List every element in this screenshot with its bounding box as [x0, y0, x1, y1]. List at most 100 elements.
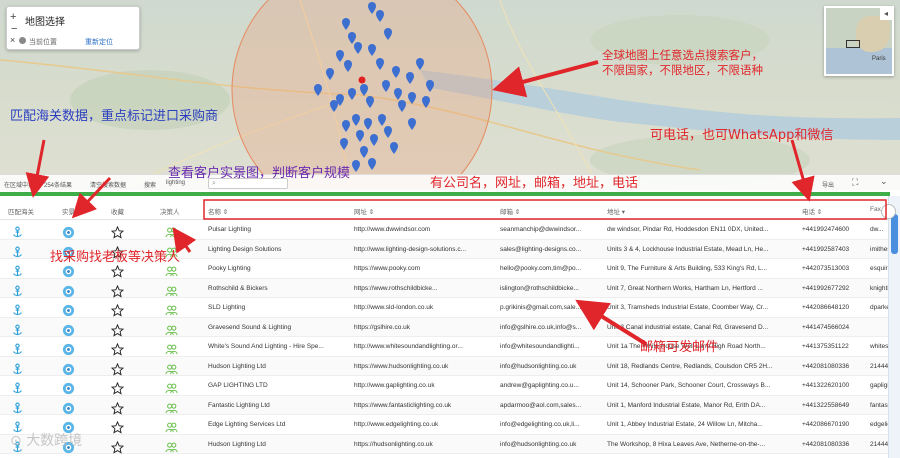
col-phone[interactable]: 电话 ⇕: [802, 206, 822, 216]
cell-website[interactable]: http://www.edgelighting.co.uk: [354, 421, 496, 428]
streetview-icon[interactable]: [62, 246, 75, 259]
collapse-icon[interactable]: ⌄: [880, 176, 888, 187]
anchor-icon[interactable]: [11, 226, 24, 239]
table-row[interactable]: Hudson Lighting Ltd https://hudsonlightin…: [0, 434, 888, 454]
cell-phone[interactable]: +441322558649: [802, 402, 866, 409]
decision-maker-icon[interactable]: [165, 343, 178, 356]
cell-website[interactable]: https://hudsonlighting.co.uk: [354, 441, 496, 448]
anchor-icon[interactable]: [11, 402, 24, 415]
cell-phone[interactable]: +441992474600: [802, 226, 866, 233]
table-row[interactable]: Rothschild & Bickers https://www.rothschi…: [0, 278, 888, 298]
star-icon[interactable]: [111, 265, 124, 278]
anchor-icon[interactable]: [11, 382, 24, 395]
star-icon[interactable]: [111, 323, 124, 337]
zoom-out-button[interactable]: −: [11, 23, 17, 35]
cell-phone[interactable]: +442081080336: [802, 363, 866, 370]
streetview-icon[interactable]: [62, 265, 75, 278]
decision-maker-icon[interactable]: [165, 226, 178, 239]
cell-website[interactable]: http://www.sld-london.co.uk: [354, 304, 496, 311]
decision-maker-icon[interactable]: [165, 304, 178, 317]
mini-map[interactable]: Paris ◂: [824, 6, 894, 76]
scrollbar-thumb[interactable]: [891, 214, 898, 254]
clear-search-button[interactable]: 清空搜索数据: [90, 180, 126, 189]
streetview-icon[interactable]: [62, 304, 75, 317]
decision-maker-icon[interactable]: [165, 441, 178, 454]
table-row[interactable]: Lighting Design Solutions http://www.ligh…: [0, 239, 888, 259]
star-icon[interactable]: [111, 226, 124, 239]
col-website[interactable]: 网址 ⇕: [354, 206, 374, 216]
decision-maker-icon[interactable]: [165, 324, 178, 337]
anchor-icon[interactable]: [11, 304, 24, 317]
table-row[interactable]: Pooky Lighting https://www.pooky.com hello…: [0, 259, 888, 279]
cell-phone[interactable]: +441474566024: [802, 324, 866, 331]
cell-website[interactable]: https://www.fantasticlighting.co.uk: [354, 402, 496, 409]
streetview-icon[interactable]: [62, 402, 75, 415]
map-view[interactable]: + − × 地图选择 当前位置 重新定位 Paris ◂: [0, 0, 900, 190]
cell-website[interactable]: https://www.pooky.com: [354, 265, 496, 272]
star-icon[interactable]: [111, 304, 124, 317]
decision-maker-icon[interactable]: [165, 402, 178, 415]
zoom-in-button[interactable]: +: [10, 11, 16, 23]
cell-website[interactable]: https://gslhire.co.uk: [354, 324, 496, 331]
decision-maker-icon[interactable]: [165, 363, 178, 376]
anchor-icon[interactable]: [11, 265, 24, 278]
cell-phone[interactable]: +442081080336: [802, 441, 866, 448]
cell-email[interactable]: info@hudsonlighting.co.uk: [500, 441, 604, 448]
decision-maker-icon[interactable]: [165, 285, 178, 298]
cell-phone[interactable]: +442086648120: [802, 304, 866, 311]
table-row[interactable]: Edge Lighting Services Ltd http://www.edg…: [0, 415, 888, 435]
fullscreen-icon[interactable]: ⛶: [852, 177, 858, 188]
col-fav[interactable]: 收藏: [111, 206, 124, 216]
export-button[interactable]: 导出: [822, 180, 834, 189]
col-name[interactable]: 名称 ⇕: [208, 206, 228, 216]
streetview-icon[interactable]: [62, 363, 75, 376]
cell-email[interactable]: info@hudsonlighting.co.uk: [500, 363, 604, 370]
cell-phone[interactable]: +442073513003: [802, 265, 866, 272]
cell-website[interactable]: http://www.lighting-design-solutions.c..…: [354, 246, 496, 253]
minimap-collapse-icon[interactable]: ◂: [880, 8, 892, 20]
cell-phone[interactable]: +441322620100: [802, 382, 866, 389]
streetview-icon[interactable]: [62, 343, 75, 356]
star-icon[interactable]: [111, 284, 124, 298]
streetview-icon[interactable]: [62, 285, 75, 298]
scrollbar[interactable]: [888, 196, 900, 458]
cell-phone[interactable]: +442086670190: [802, 421, 866, 428]
anchor-icon[interactable]: [11, 363, 24, 376]
decision-maker-icon[interactable]: [165, 246, 178, 259]
current-location-button[interactable]: 当前位置: [29, 37, 57, 47]
table-row[interactable]: GAP LIGHTING LTD http://www.gaplighting.c…: [0, 376, 888, 396]
table-row[interactable]: Cunnington's Lighting CentreThe Walnut T…: [0, 454, 888, 458]
table-row[interactable]: Pulsar Lighting http://www.dwwindsor.com s…: [0, 220, 888, 240]
cell-email[interactable]: p.grikinis@gmail.com,sale...: [500, 304, 604, 311]
cell-email[interactable]: apdarmoo@aol.com,sales...: [500, 402, 604, 409]
decision-maker-icon[interactable]: [165, 265, 178, 278]
anchor-icon[interactable]: [11, 324, 24, 337]
star-icon[interactable]: [111, 401, 124, 415]
anchor-icon[interactable]: [11, 343, 24, 356]
star-icon[interactable]: [111, 343, 124, 356]
relocate-button[interactable]: 重新定位: [85, 37, 113, 47]
streetview-icon[interactable]: [62, 382, 75, 395]
table-row[interactable]: White's Sound And Lighting - Hire Spe...…: [0, 337, 888, 357]
close-icon[interactable]: ×: [10, 35, 15, 45]
decision-maker-icon[interactable]: [165, 421, 178, 434]
col-address[interactable]: 地址 ▾: [607, 206, 625, 216]
star-icon[interactable]: [111, 362, 124, 376]
table-row[interactable]: SLD Lighting http://www.sld-london.co.uk p…: [0, 298, 888, 318]
cell-phone[interactable]: +441375351122: [802, 343, 866, 350]
search-input[interactable]: ⌕: [208, 178, 288, 189]
cell-email[interactable]: sales@lighting-designs.co...: [500, 246, 604, 253]
cell-website[interactable]: http://www.dwwindsor.com: [354, 226, 496, 233]
cell-email[interactable]: info@gslhire.co.uk,info@s...: [500, 324, 604, 331]
table-row[interactable]: Fantastic Lighting Ltd https://www.fantas…: [0, 395, 888, 415]
col-customs[interactable]: 匹配海关: [8, 206, 34, 216]
cell-website[interactable]: https://www.rothschildbicke...: [354, 285, 496, 292]
cell-email[interactable]: info@whitesoundandlighti...: [500, 343, 604, 350]
table-row[interactable]: Gravesend Sound & Lighting https://gslhir…: [0, 317, 888, 337]
cell-email[interactable]: seanmanchip@dwwindsor...: [500, 226, 604, 233]
anchor-icon[interactable]: [11, 285, 24, 298]
table-row[interactable]: Hudson Lighting Ltd https://www.hudsonlig…: [0, 356, 888, 376]
cell-phone[interactable]: +441992677292: [802, 285, 866, 292]
cell-phone[interactable]: +441992587403: [802, 246, 866, 253]
decision-maker-icon[interactable]: [165, 382, 178, 395]
